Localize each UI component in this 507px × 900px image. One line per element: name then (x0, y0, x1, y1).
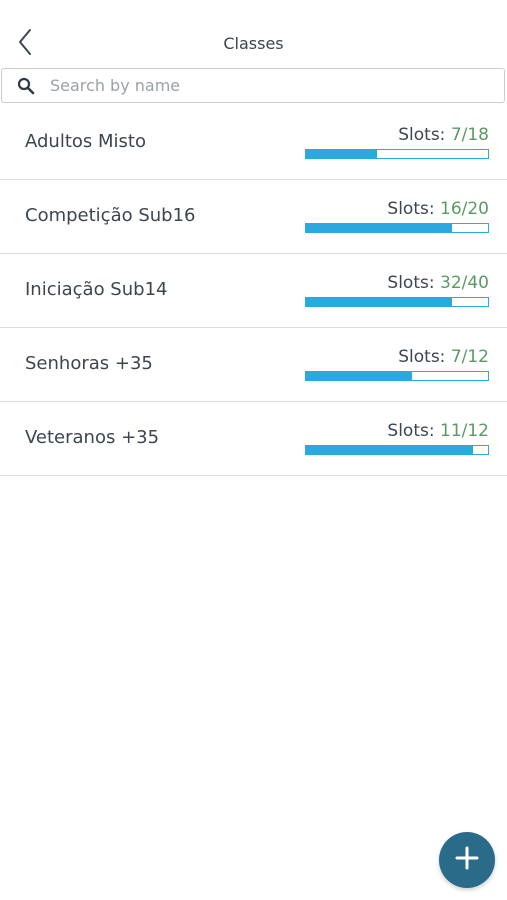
slots-progress-fill (306, 224, 452, 232)
class-name: Iniciação Sub14 (25, 279, 168, 300)
slots-count: Slots: 11/12 (387, 421, 489, 441)
slots-label: Slots: (387, 273, 435, 293)
slots-count: Slots: 16/20 (387, 199, 489, 219)
slots-progress-fill (306, 298, 452, 306)
slots-value: 32/40 (440, 273, 489, 293)
class-name: Adultos Misto (25, 131, 146, 152)
add-class-button[interactable] (439, 832, 495, 888)
slots-value: 7/12 (450, 347, 489, 367)
list-item[interactable]: Senhoras +35 Slots: 7/12 (0, 328, 507, 402)
search-icon (16, 76, 36, 96)
slots-value: 7/18 (450, 125, 489, 145)
slots-label: Slots: (387, 421, 435, 441)
class-name: Senhoras +35 (25, 353, 153, 374)
slots-label: Slots: (387, 199, 435, 219)
list-item[interactable]: Iniciação Sub14 Slots: 32/40 (0, 254, 507, 328)
slots-value: 16/20 (440, 199, 489, 219)
slots-progress-fill (306, 372, 413, 380)
slots-progress-fill (306, 150, 377, 158)
list-item[interactable]: Competição Sub16 Slots: 16/20 (0, 180, 507, 254)
class-name: Competição Sub16 (25, 205, 196, 226)
header: Classes (0, 0, 507, 68)
class-list: Adultos Misto Slots: 7/18 Competição Sub… (0, 106, 507, 476)
slots-count: Slots: 7/12 (398, 347, 489, 367)
search-bar (1, 68, 505, 103)
plus-icon (455, 846, 479, 874)
search-input[interactable] (50, 71, 470, 100)
slots-progress-bar (305, 297, 489, 307)
slots-label: Slots: (398, 125, 446, 145)
slots-label: Slots: (398, 347, 446, 367)
slots-progress-bar (305, 223, 489, 233)
class-name: Veteranos +35 (25, 427, 160, 448)
list-item[interactable]: Adultos Misto Slots: 7/18 (0, 106, 507, 180)
page-title: Classes (223, 34, 284, 53)
slots-count: Slots: 32/40 (387, 273, 489, 293)
slots-progress-bar (305, 371, 489, 381)
list-item[interactable]: Veteranos +35 Slots: 11/12 (0, 402, 507, 476)
slots-progress-fill (306, 446, 473, 454)
slots-value: 11/12 (440, 421, 489, 441)
slots-count: Slots: 7/18 (398, 125, 489, 145)
slots-progress-bar (305, 149, 489, 159)
slots-progress-bar (305, 445, 489, 455)
